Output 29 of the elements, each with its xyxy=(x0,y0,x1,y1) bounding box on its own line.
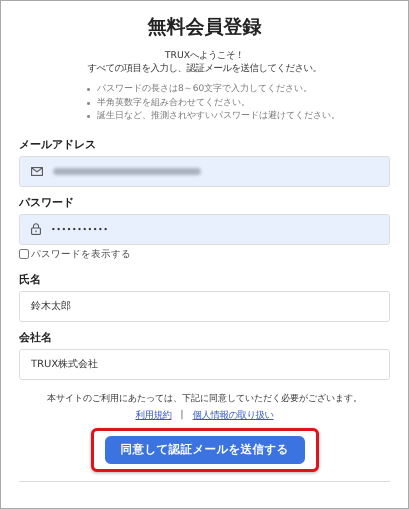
input-field[interactable]: 鈴木太郎 xyxy=(19,290,390,322)
field-label: メールアドレス xyxy=(19,138,97,152)
field-label: パスワード xyxy=(19,196,75,210)
password-rule: 半角英数字を組み合わせてください。 xyxy=(97,96,250,110)
consent-notice: 本サイトのご利用にあたっては、下記に同意していただく必要がございます。 xyxy=(46,392,363,404)
checkbox[interactable] xyxy=(19,249,29,259)
field-label: 会社名 xyxy=(19,330,53,344)
field-label: 氏名 xyxy=(19,272,42,286)
show-password-checkbox[interactable]: パスワードを表示する xyxy=(19,248,390,260)
password-rule: パスワードの長さは8～60文字で入力してください。 xyxy=(97,83,312,96)
field-value: 鈴木太郎 xyxy=(31,300,71,313)
bullet-icon xyxy=(87,115,90,118)
privacy-link[interactable]: 個人情報の取り扱い xyxy=(192,408,274,422)
bullet-icon xyxy=(87,102,90,105)
mail-icon xyxy=(31,166,43,176)
lock-icon xyxy=(31,223,41,235)
field-value: ••••••••••• xyxy=(51,224,108,234)
link-separator: | xyxy=(180,408,184,422)
page-title: 無料会員登録 xyxy=(146,15,262,40)
intro-text: すべての項目を入力し、認証メールを送信してください。 xyxy=(88,62,322,75)
submit-button[interactable]: 同意して認証メールを送信する xyxy=(104,436,304,464)
password-field[interactable]: ••••••••••• xyxy=(19,214,390,244)
bullet-icon xyxy=(87,88,90,92)
email-field[interactable] xyxy=(19,156,390,186)
intro-text: TRUXへようこそ！ xyxy=(164,49,244,62)
terms-link[interactable]: 利用規約 xyxy=(135,408,172,422)
input-field[interactable]: TRUX株式会社 xyxy=(19,348,390,380)
password-rule: 誕生日など、推測されやすいパスワードは避けてください。 xyxy=(97,110,340,123)
field-value: TRUX株式会社 xyxy=(31,358,98,371)
